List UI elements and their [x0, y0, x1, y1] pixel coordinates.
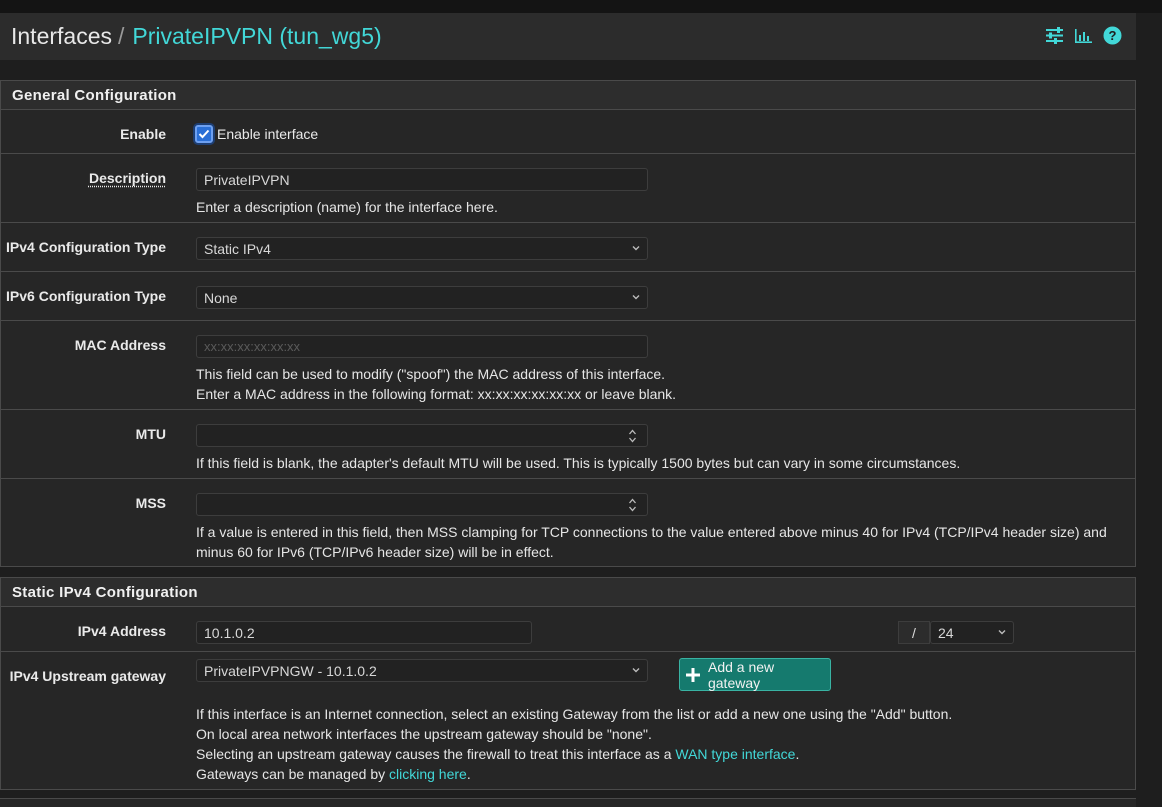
row-description: Description PrivateIPVPN Enter a descrip… [1, 153, 1135, 223]
bar-chart-icon[interactable] [1074, 26, 1093, 45]
mac-input[interactable]: xx:xx:xx:xx:xx:xx [196, 335, 648, 358]
general-config-panel: General Configuration Enable Enable inte… [0, 80, 1136, 567]
gateway-help-3: Selecting an upstream gateway causes the… [196, 744, 799, 764]
plus-icon [686, 667, 700, 682]
enable-checkbox-label[interactable]: Enable interface [217, 126, 318, 142]
cidr-select[interactable]: 24 [930, 621, 1014, 644]
page-header: Interfaces / PrivateIPVPN (tun_wg5) ? [0, 13, 1136, 60]
gateway-help-3-text: Selecting an upstream gateway causes the… [196, 746, 676, 762]
ipv4-type-value: Static IPv4 [204, 240, 271, 257]
row-enable: Enable Enable interface [1, 110, 1135, 153]
upstream-gateway-select[interactable]: PrivateIPVPNGW - 10.1.0.2 [196, 659, 648, 682]
row-ipv4-address: IPv4 Address 10.1.0.2 / 24 [1, 607, 1135, 651]
mac-label: MAC Address [74, 337, 166, 353]
description-help: Enter a description (name) for the inter… [196, 199, 498, 215]
gateway-help-4-text: Gateways can be managed by [196, 766, 390, 782]
gateway-help-3-end: . [795, 746, 800, 762]
upstream-gateway-value: PrivateIPVPNGW - 10.1.0.2 [204, 662, 377, 679]
row-mac: MAC Address xx:xx:xx:xx:xx:xx This field… [1, 320, 1135, 410]
manage-gateways-link[interactable]: clicking here [389, 766, 467, 782]
ipv4-type-label: IPv4 Configuration Type [6, 239, 166, 255]
row-upstream-gateway: IPv4 Upstream gateway PrivateIPVPNGW - 1… [1, 651, 1135, 789]
upstream-gateway-label: IPv4 Upstream gateway [9, 668, 166, 684]
add-gateway-button[interactable]: Add a new gateway [679, 658, 831, 691]
help-icon[interactable]: ? [1103, 26, 1122, 45]
row-mtu: MTU If this field is blank, the adapter'… [1, 409, 1135, 479]
sliders-icon[interactable] [1045, 26, 1064, 45]
breadcrumb-current[interactable]: PrivateIPVPN (tun_wg5) [132, 23, 381, 50]
static-ipv4-panel: Static IPv4 Configuration IPv4 Address 1… [0, 577, 1136, 790]
next-panel-edge [0, 798, 1136, 807]
ipv4-type-select[interactable]: Static IPv4 [196, 237, 648, 260]
gateway-help-4-end: . [466, 766, 471, 782]
mtu-input[interactable] [196, 424, 648, 447]
ipv6-type-select[interactable]: None [196, 286, 648, 309]
spinner-icon[interactable] [628, 428, 637, 444]
description-label: Description [88, 170, 166, 186]
ipv6-type-label: IPv6 Configuration Type [6, 288, 166, 304]
cidr-value: 24 [938, 624, 954, 641]
breadcrumb-separator: / [118, 23, 125, 49]
chevron-down-icon [998, 630, 1006, 635]
panel-title: General Configuration [1, 81, 1135, 110]
ipv6-type-value: None [204, 289, 238, 306]
mss-help-2: minus 60 for IPv6 (TCP/IPv6 header size)… [196, 544, 554, 560]
description-input[interactable]: PrivateIPVPN [196, 168, 648, 191]
row-mss: MSS If a value is entered in this field,… [1, 478, 1135, 567]
row-ipv4-type: IPv4 Configuration Type Static IPv4 [1, 222, 1135, 272]
mss-help-1: If a value is entered in this field, the… [196, 524, 1107, 540]
chevron-down-icon [632, 668, 640, 673]
header-icons: ? [1045, 26, 1122, 45]
svg-text:?: ? [1109, 28, 1117, 43]
mss-input[interactable] [196, 493, 648, 516]
enable-checkbox[interactable] [195, 125, 213, 143]
panel-title: Static IPv4 Configuration [1, 578, 1135, 607]
ipv4-address-label: IPv4 Address [77, 623, 166, 639]
row-ipv6-type: IPv6 Configuration Type None [1, 271, 1135, 321]
chevron-down-icon [632, 295, 640, 300]
mac-help-2: Enter a MAC address in the following for… [196, 386, 677, 402]
mtu-label: MTU [135, 426, 166, 442]
gateway-help-4: Gateways can be managed by clicking here… [196, 764, 471, 784]
mtu-help: If this field is blank, the adapter's de… [196, 455, 961, 471]
enable-label: Enable [120, 126, 166, 142]
mac-help-1: This field can be used to modify ("spoof… [196, 366, 666, 382]
cidr-slash: / [898, 621, 930, 644]
gateway-help-1: If this interface is an Internet connect… [196, 706, 953, 722]
wan-type-link[interactable]: WAN type interface [675, 746, 795, 762]
gateway-help-2: On local area network interfaces the ups… [196, 726, 652, 742]
spinner-icon[interactable] [628, 497, 637, 513]
ipv4-address-input[interactable]: 10.1.0.2 [196, 621, 532, 644]
mss-label: MSS [135, 495, 166, 511]
add-gateway-label: Add a new gateway [707, 658, 775, 691]
chevron-down-icon [632, 246, 640, 251]
top-strip [0, 0, 1162, 13]
breadcrumb-root[interactable]: Interfaces [11, 23, 112, 50]
